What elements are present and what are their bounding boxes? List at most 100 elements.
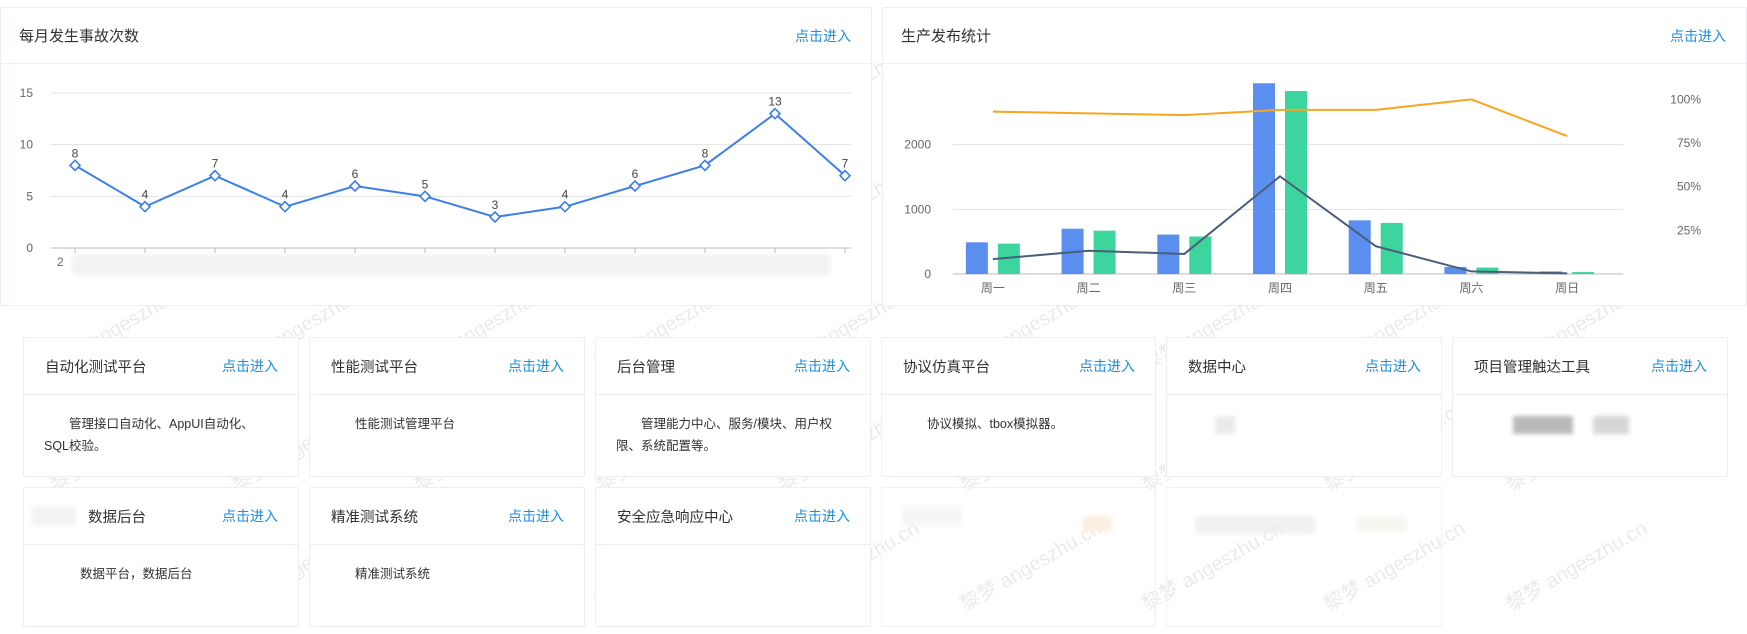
card-data-backend[interactable]: 数据后台 点击进入 数据平台，数据后台 (23, 487, 299, 627)
card-enter-link[interactable]: 点击进入 (1365, 356, 1421, 376)
data-point (208, 169, 222, 182)
x-tick-label: 周三 (1172, 281, 1196, 295)
data-label: 7 (212, 157, 219, 171)
card-description: 协议模拟、tbox模拟器。 (927, 417, 1064, 431)
card-security-response-center[interactable]: 安全应急响应中心 点击进入 (595, 487, 871, 627)
card-enter-link[interactable]: 点击进入 (1651, 356, 1707, 376)
y-tick-label: 0 (26, 241, 33, 255)
data-label: 6 (352, 167, 359, 181)
card-title: 后台管理 (617, 359, 675, 376)
card-automation-test[interactable]: 自动化测试平台 点击进入 管理接口自动化、AppUI自动化、SQL校验。 (23, 337, 299, 477)
card-performance-test[interactable]: 性能测试平台 点击进入 性能测试管理平台 (309, 337, 585, 477)
release-panel-header: 生产发布统计 点击进入 (883, 8, 1746, 64)
y-right-tick-label: 75% (1677, 136, 1701, 150)
data-point (138, 200, 152, 213)
redacted-text (1593, 416, 1629, 434)
data-point (68, 159, 82, 172)
y-right-tick-label: 100% (1670, 92, 1701, 106)
bar (965, 242, 988, 274)
redacted-text (1215, 416, 1235, 434)
data-point (278, 200, 292, 213)
card-title: 协议仿真平台 (903, 359, 990, 376)
card-redacted-1 (881, 487, 1156, 627)
series-line (74, 112, 846, 219)
accidents-chart-panel: 每月发生事故次数 点击进入 0 5 10 15 2 8 4 7 4 6 5 3 4 6 8 13 7 (0, 7, 872, 306)
card-description: 管理能力中心、服务/模块、用户权限、系统配置等。 (616, 417, 832, 453)
release-chart-panel: 生产发布统计 点击进入 0 1000 2000 25% 50% 75% 100% 周一 周二 周三… (882, 7, 1747, 306)
card-project-management-tool[interactable]: 项目管理触达工具 点击进入 (1452, 337, 1728, 477)
bar (1572, 272, 1595, 274)
card-title: 精准测试系统 (331, 509, 418, 526)
card-description: 管理接口自动化、AppUI自动化、SQL校验。 (44, 417, 254, 453)
card-enter-link[interactable]: 点击进入 (794, 356, 850, 376)
data-label: 3 (492, 198, 499, 212)
data-label: 6 (632, 167, 639, 181)
x-tick-label: 周四 (1268, 281, 1292, 295)
x-tick-label: 周二 (1077, 281, 1101, 295)
redacted-text (1357, 516, 1407, 532)
card-data-center[interactable]: 数据中心 点击进入 (1166, 337, 1442, 477)
release-enter-link[interactable]: 点击进入 (1670, 26, 1726, 46)
release-bar-chart: 0 1000 2000 25% 50% 75% 100% 周一 周二 周三 周四 周五 周六 周日 (904, 83, 1701, 295)
x-tick-label: 周五 (1364, 281, 1388, 295)
card-description: 性能测试管理平台 (355, 417, 456, 431)
watermark-text: 黎梦 angeszhu.cn (1502, 517, 1652, 616)
redacted-icon (32, 506, 76, 526)
redacted-text (902, 506, 962, 526)
card-title: 性能测试平台 (331, 359, 418, 376)
y-left-tick-label: 2000 (904, 138, 931, 152)
data-label: 4 (562, 188, 569, 202)
card-precision-test[interactable]: 精准测试系统 点击进入 精准测试系统 (309, 487, 585, 627)
series-line (992, 98, 1568, 137)
card-title: 安全应急响应中心 (617, 509, 733, 526)
y-right-tick-label: 50% (1677, 180, 1701, 194)
data-label: 4 (282, 188, 289, 202)
data-point (418, 190, 432, 203)
card-title: 数据后台 (88, 509, 146, 526)
card-title: 自动化测试平台 (45, 359, 147, 376)
x-tick-label: 周日 (1555, 281, 1579, 295)
y-tick-label: 15 (20, 86, 34, 100)
y-left-tick-label: 0 (924, 267, 931, 281)
card-enter-link[interactable]: 点击进入 (222, 506, 278, 526)
data-label: 4 (142, 188, 149, 202)
y-tick-label: 10 (20, 138, 34, 152)
card-description: 数据平台，数据后台 (80, 567, 193, 581)
card-title: 项目管理触达工具 (1474, 359, 1590, 376)
accidents-panel-title: 每月发生事故次数 (19, 28, 140, 45)
card-description: 精准测试系统 (355, 567, 431, 581)
x-tick-label: 2 (57, 255, 64, 269)
redacted-x-labels (71, 254, 831, 276)
card-enter-link[interactable]: 点击进入 (508, 356, 564, 376)
card-redacted-2 (1166, 487, 1442, 627)
card-description (596, 545, 870, 563)
redacted-text (1082, 516, 1112, 532)
card-admin-backend[interactable]: 后台管理 点击进入 管理能力中心、服务/模块、用户权限、系统配置等。 (595, 337, 871, 477)
redacted-text (1195, 516, 1315, 534)
y-tick-label: 5 (26, 189, 33, 203)
y-left-tick-label: 1000 (904, 202, 931, 216)
data-point (488, 210, 502, 224)
card-enter-link[interactable]: 点击进入 (222, 356, 278, 376)
data-label: 8 (702, 146, 709, 160)
card-enter-link[interactable]: 点击进入 (508, 506, 564, 526)
card-protocol-simulation[interactable]: 协议仿真平台 点击进入 协议模拟、tbox模拟器。 (881, 337, 1156, 477)
y-right-tick-label: 25% (1677, 223, 1701, 237)
redacted-text (1513, 416, 1573, 434)
data-label: 7 (842, 157, 849, 171)
data-label: 13 (768, 95, 782, 109)
data-point (628, 179, 642, 193)
x-tick-label: 周六 (1459, 281, 1483, 295)
data-label: 8 (72, 146, 79, 160)
card-enter-link[interactable]: 点击进入 (794, 506, 850, 526)
release-panel-title: 生产发布统计 (901, 28, 992, 45)
card-title: 数据中心 (1188, 359, 1246, 376)
accidents-enter-link[interactable]: 点击进入 (795, 26, 851, 46)
card-enter-link[interactable]: 点击进入 (1079, 356, 1135, 376)
accidents-line-chart: 0 5 10 15 2 8 4 7 4 6 5 3 4 6 8 13 7 (20, 86, 852, 276)
data-point (348, 179, 362, 193)
data-point (558, 200, 572, 213)
data-label: 5 (422, 177, 429, 191)
x-tick-label: 周一 (981, 281, 1005, 295)
accidents-panel-header: 每月发生事故次数 点击进入 (1, 8, 871, 64)
